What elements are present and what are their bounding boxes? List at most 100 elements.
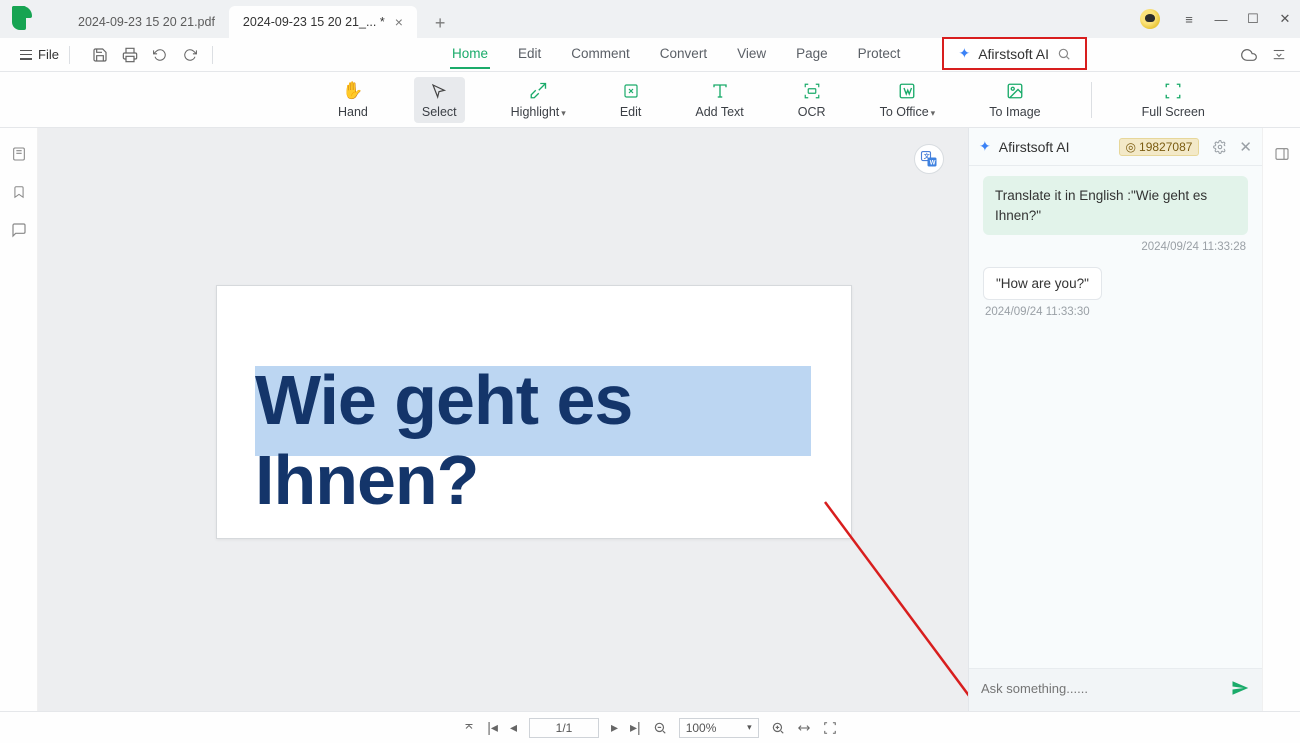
translate-float-button[interactable]: 文W — [914, 144, 944, 174]
ai-message: "How are you?" — [983, 267, 1102, 300]
credits-value: 19827087 — [1139, 140, 1192, 154]
cursor-icon — [431, 81, 447, 101]
divider — [212, 46, 213, 64]
user-avatar[interactable] — [1140, 9, 1160, 29]
menubar-right — [1240, 47, 1286, 63]
menu-home[interactable]: Home — [450, 40, 490, 69]
tab-document-1[interactable]: 2024-09-23 15 20 21.pdf — [64, 6, 229, 38]
menu-view[interactable]: View — [735, 40, 768, 69]
app-logo — [12, 6, 34, 32]
redo-icon[interactable] — [182, 48, 198, 62]
tool-edit[interactable]: Edit — [612, 77, 650, 123]
document-tabs: 2024-09-23 15 20 21.pdf 2024-09-23 15 20… — [64, 0, 453, 38]
menu-icon[interactable]: ≡ — [1182, 12, 1196, 26]
tool-full-screen[interactable]: Full Screen — [1134, 77, 1213, 123]
menu-convert[interactable]: Convert — [658, 40, 709, 69]
tool-select[interactable]: Select — [414, 77, 465, 123]
cloud-icon[interactable] — [1240, 47, 1258, 63]
sparkle-icon: ✦ — [958, 45, 970, 62]
ai-panel-header: ✦ Afirstsoft AI ◎ 19827087 ✕ — [969, 128, 1262, 166]
zoom-in-icon[interactable] — [771, 721, 785, 735]
tool-ocr[interactable]: OCR — [790, 77, 834, 123]
svg-text:W: W — [930, 160, 936, 166]
fit-width-icon[interactable] — [797, 721, 811, 735]
tool-label: Full Screen — [1142, 105, 1205, 119]
tool-label: To Office▾ — [880, 105, 936, 119]
tool-hand[interactable]: ✋ Hand — [330, 77, 376, 123]
gear-icon[interactable] — [1213, 140, 1227, 154]
save-icon[interactable] — [92, 47, 108, 63]
send-icon[interactable] — [1230, 679, 1250, 697]
menubar: File Home Edit Comment Convert View Page… — [0, 38, 1300, 72]
menu-page[interactable]: Page — [794, 40, 830, 69]
tool-to-image[interactable]: To Image — [981, 77, 1048, 123]
file-label: File — [38, 47, 59, 62]
next-last-icon[interactable]: ▸| — [630, 719, 641, 736]
pdf-page: Wie geht es Ihnen? — [216, 285, 852, 539]
user-timestamp: 2024/09/24 11:33:28 — [985, 241, 1246, 253]
prev-page-icon[interactable]: ◂ — [510, 719, 517, 736]
toolbar: ✋ Hand Select Highlight▾ Edit Add Text O… — [0, 72, 1300, 128]
tool-label: Edit — [620, 105, 642, 119]
tool-to-office[interactable]: To Office▾ — [872, 77, 944, 123]
next-page-icon[interactable]: ▸ — [611, 719, 618, 736]
menu-protect[interactable]: Protect — [856, 40, 903, 69]
minimize-icon[interactable]: — — [1214, 12, 1228, 26]
ai-launch-button[interactable]: ✦ Afirstsoft AI — [942, 37, 1087, 70]
quick-actions — [92, 47, 198, 63]
maximize-icon[interactable]: ☐ — [1246, 12, 1260, 26]
credits-badge[interactable]: ◎ 19827087 — [1119, 138, 1200, 156]
ai-panel-title: Afirstsoft AI — [999, 139, 1111, 155]
tab-label: 2024-09-23 15 20 21_... * — [243, 15, 385, 29]
close-icon[interactable]: × — [395, 14, 403, 30]
tab-document-2[interactable]: 2024-09-23 15 20 21_... * × — [229, 6, 417, 38]
tool-add-text[interactable]: Add Text — [687, 77, 751, 123]
statusbar: |◂ ◂ 1/1 ▸ ▸| 100%▾ — [0, 711, 1300, 743]
menu-edit[interactable]: Edit — [516, 40, 543, 69]
ai-conversation: Translate it in English :"Wie geht es Ih… — [969, 166, 1262, 668]
sparkle-icon: ✦ — [979, 138, 991, 155]
document-text[interactable]: Wie geht es Ihnen? — [255, 360, 851, 520]
tool-highlight[interactable]: Highlight▾ — [503, 77, 574, 123]
tool-label: Add Text — [695, 105, 743, 119]
panel-toggle-icon[interactable] — [1274, 146, 1290, 162]
menu-tabs: Home Edit Comment Convert View Page Prot… — [450, 40, 902, 69]
menu-comment[interactable]: Comment — [569, 40, 632, 69]
zoom-select[interactable]: 100%▾ — [679, 718, 759, 738]
user-message: Translate it in English :"Wie geht es Ih… — [983, 176, 1248, 235]
ai-input-row — [969, 668, 1262, 711]
ai-launch-label: Afirstsoft AI — [978, 46, 1049, 62]
tool-label: Select — [422, 105, 457, 119]
first-page-icon[interactable] — [463, 722, 475, 734]
thumbnails-icon[interactable] — [11, 146, 27, 162]
add-tab-button[interactable]: + — [427, 9, 454, 38]
page-number-input[interactable]: 1/1 — [529, 718, 599, 738]
left-rail — [0, 128, 38, 711]
fit-page-icon[interactable] — [823, 721, 837, 735]
collapse-icon[interactable] — [1272, 47, 1286, 63]
ocr-icon — [803, 81, 821, 101]
hand-icon: ✋ — [342, 81, 363, 101]
divider — [69, 46, 70, 64]
zoom-value: 100% — [686, 721, 717, 735]
file-menu-button[interactable]: File — [14, 43, 65, 66]
search-icon — [1057, 47, 1071, 61]
main-area: 文W Wie geht es Ihnen? ✦ Afirstsoft AI ◎ … — [0, 128, 1300, 711]
ai-timestamp: 2024/09/24 11:33:30 — [985, 306, 1246, 318]
print-icon[interactable] — [122, 47, 138, 63]
undo-icon[interactable] — [152, 48, 168, 62]
document-canvas[interactable]: 文W Wie geht es Ihnen? — [38, 128, 968, 711]
tool-label: To Image — [989, 105, 1040, 119]
tool-label: Highlight▾ — [511, 105, 566, 119]
tab-label: 2024-09-23 15 20 21.pdf — [78, 15, 215, 29]
close-window-icon[interactable]: ✕ — [1278, 12, 1292, 26]
bookmark-icon[interactable] — [12, 184, 26, 200]
ai-input[interactable] — [981, 681, 1230, 696]
close-panel-icon[interactable]: ✕ — [1239, 138, 1252, 156]
to-image-icon — [1006, 81, 1024, 101]
zoom-out-icon[interactable] — [653, 721, 667, 735]
comment-icon[interactable] — [11, 222, 27, 238]
prev-first-icon[interactable]: |◂ — [487, 719, 498, 736]
coin-icon: ◎ — [1126, 140, 1136, 154]
add-text-icon — [711, 81, 729, 101]
